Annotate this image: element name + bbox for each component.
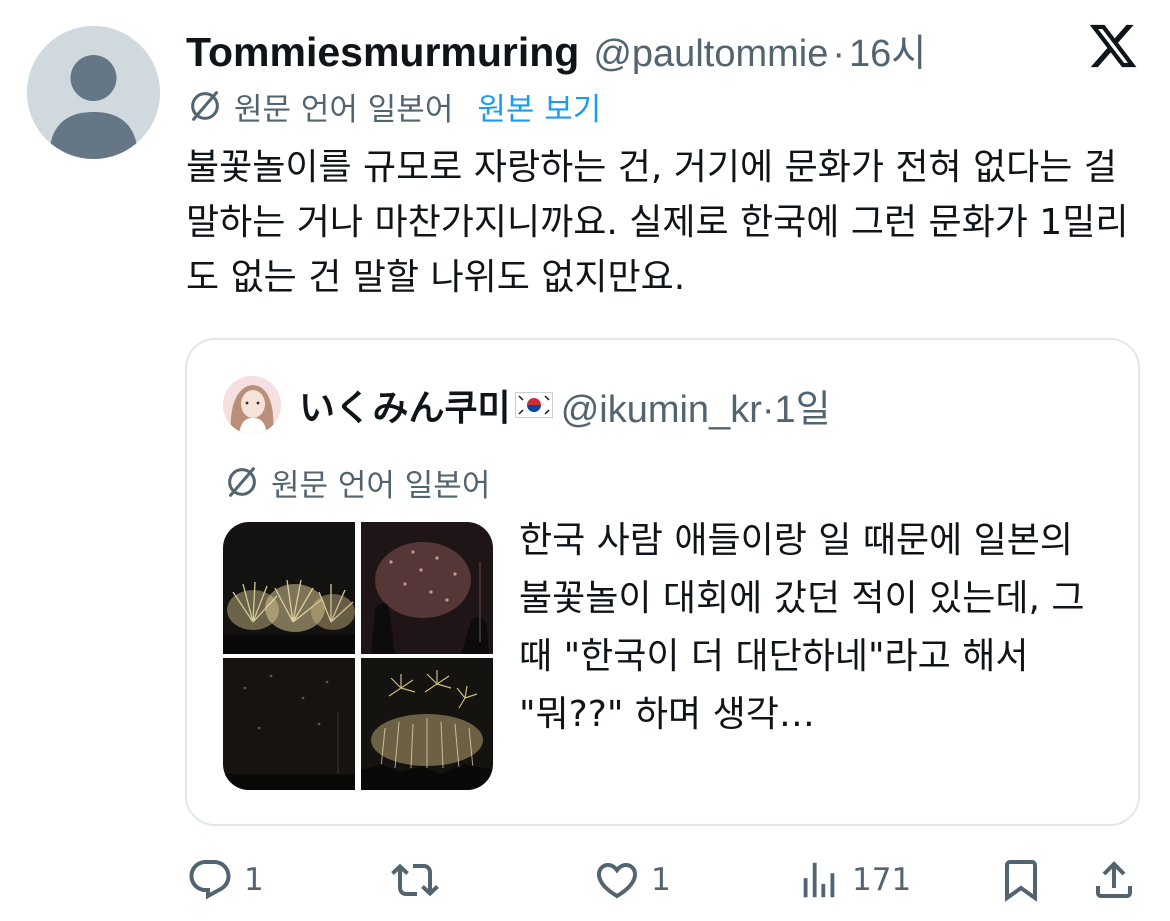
quoted-tweet-time[interactable]: 1일	[775, 389, 831, 431]
author-handle[interactable]: @paultommie	[593, 33, 828, 75]
translation-language-label: 원문 언어 일본어	[234, 91, 454, 128]
reply-icon	[189, 860, 231, 900]
heart-icon	[596, 863, 638, 899]
share-icon	[1096, 861, 1132, 898]
fireworks-photo-1[interactable]	[223, 522, 355, 654]
reply-count: 1	[244, 862, 264, 898]
view-count: 171	[852, 862, 912, 898]
author-meta: @paultommie · 16시	[593, 22, 926, 77]
fireworks-photo-4[interactable]	[361, 658, 493, 790]
author-avatar[interactable]	[27, 26, 160, 159]
fireworks-photo-2[interactable]	[361, 522, 493, 654]
reply-button[interactable]: 1	[186, 848, 264, 912]
repost-icon	[391, 863, 439, 897]
avatar-photo-icon	[223, 376, 281, 434]
tweet-text: 불꽃놀이를 규모로 자랑하는 건, 거기에 문화가 전혀 없다는 걸 말하는 거…	[186, 147, 1129, 298]
share-button[interactable]	[1090, 848, 1138, 912]
author-display-name[interactable]: Tommiesmurmuring	[186, 29, 579, 76]
bookmark-button[interactable]	[997, 848, 1045, 912]
tweet-header: Tommiesmurmuring @paultommie · 16시	[186, 22, 926, 75]
quoted-tweet-header: いくみん쿠미 @ikumin_kr·1일	[299, 378, 831, 432]
translate-icon	[191, 91, 219, 121]
bookmark-icon	[1005, 860, 1037, 902]
meta-separator: ·	[832, 33, 845, 75]
quoted-author-handle[interactable]: @ikumin_kr	[561, 389, 762, 431]
quoted-tweet-text: 한국 사람 애들이랑 일 때문에 일본의 불꽃놀이 대회에 갔던 적이 있는데,…	[519, 520, 1085, 735]
quoted-translation-language-label: 원문 언어 일본어	[271, 467, 491, 504]
quoted-translation-row: 원문 언어 일본어	[223, 460, 490, 504]
x-logo-icon[interactable]	[1087, 20, 1139, 72]
default-avatar-icon	[27, 26, 160, 159]
fireworks-photo-3[interactable]	[223, 658, 355, 790]
translation-row: 원문 언어 일본어 원본 보기	[186, 84, 601, 128]
quoted-author-meta: @ikumin_kr·1일	[561, 378, 831, 433]
translate-icon	[228, 467, 256, 497]
views-icon	[803, 862, 835, 898]
meta-separator: ·	[761, 388, 775, 431]
quoted-tweet-card[interactable]: いくみん쿠미 @ikumin_kr·1일 원문 언어 일본어 한국 사람 애들이…	[185, 338, 1140, 826]
views-button[interactable]: 171	[796, 848, 911, 912]
tweet-action-bar: 1 1 171	[0, 848, 1170, 912]
view-original-link[interactable]: 원본 보기	[477, 84, 601, 129]
quoted-author-avatar[interactable]	[223, 376, 281, 434]
quoted-media-grid[interactable]	[223, 522, 493, 790]
like-button[interactable]: 1	[593, 848, 671, 912]
tweet-time[interactable]: 16시	[849, 33, 926, 75]
repost-button[interactable]	[391, 848, 449, 912]
south-korea-flag-icon	[514, 392, 553, 418]
quoted-author-display-name[interactable]: いくみん쿠미	[299, 379, 511, 431]
like-count: 1	[651, 862, 671, 898]
